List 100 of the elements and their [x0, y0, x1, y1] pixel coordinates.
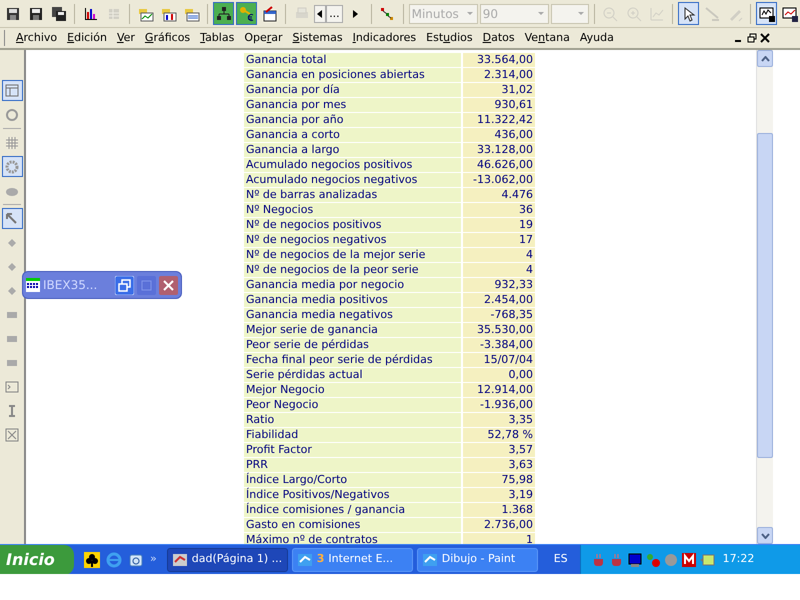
window-title: IBEX35...: [43, 277, 98, 294]
table-cell: Índice Positivos/Negativos: [244, 488, 461, 502]
table-cell: 11.322,42: [463, 113, 535, 127]
table-cell: 15/07/04: [463, 353, 535, 367]
window-count: 3: [316, 551, 324, 568]
table-cell: Ganancia a corto: [244, 128, 461, 142]
table-cell: Índice Largo/Corto: [244, 473, 461, 487]
window-icon: [4, 82, 20, 98]
table-cell: 436,00: [463, 128, 535, 142]
monitor-bubble-icon[interactable]: [698, 552, 715, 568]
table-cell: Nº de negocios negativos: [244, 233, 461, 247]
task-title: Dibujo - Paint: [442, 551, 516, 568]
scroll-thumb[interactable]: [757, 133, 773, 458]
ellipsis-button[interactable]: ...: [326, 4, 343, 22]
chevron-up-icon: [760, 56, 770, 62]
zoom-in-icon: [626, 6, 642, 22]
taskbar-button[interactable]: 3 Internet E...: [292, 548, 413, 572]
menu-item[interactable]: Sistemas: [288, 30, 348, 46]
table-cell: 932,33: [463, 278, 535, 292]
menu-item[interactable]: Ver: [112, 30, 140, 46]
table-cell: 4: [463, 263, 535, 277]
menu-item[interactable]: Datos: [478, 30, 520, 46]
taskbar-button[interactable]: dad(Página 1) ...: [166, 548, 288, 572]
more-icons-button[interactable]: »: [150, 551, 157, 568]
tool-button[interactable]: [2, 80, 22, 101]
scroll-up-button[interactable]: [757, 50, 773, 67]
menu-item[interactable]: Ayuda: [574, 30, 619, 46]
restore-button[interactable]: [115, 276, 134, 294]
table-cell: Serie pérdidas actual: [244, 368, 461, 382]
table-cell: Peor serie de pérdidas: [244, 338, 461, 352]
floppy-icon: [28, 6, 44, 22]
menu-item[interactable]: Estudios: [421, 30, 478, 46]
table-cell: Ganancia total: [244, 53, 461, 67]
table-cell: PRR: [244, 458, 461, 472]
table-cell: 33.564,00: [463, 53, 535, 67]
toolbar-button[interactable]: [236, 2, 258, 25]
taskbar-button[interactable]: Dibujo - Paint: [416, 548, 538, 572]
tool-button[interactable]: [2, 156, 22, 177]
floppy-icon: [4, 6, 21, 22]
table-cell: Ganancia media positivos: [244, 293, 461, 307]
table-cell: 1.368: [463, 503, 535, 517]
tree-dots-icon: [379, 6, 396, 22]
menu-item[interactable]: Edición: [62, 30, 112, 46]
menu-item[interactable]: Archivo: [11, 30, 62, 46]
table-cell: Máximo nº de contratos: [244, 533, 461, 544]
table-cell: Ganancia media por negocio: [244, 278, 461, 292]
toolbar-button[interactable]: [756, 2, 778, 25]
app-icon: [296, 552, 313, 568]
table-cell: Acumulado negocios negativos: [244, 173, 461, 187]
zoom-out-icon: [602, 6, 618, 22]
table-cell: -768,35: [463, 308, 535, 322]
close-icon[interactable]: [760, 33, 770, 43]
previous-button[interactable]: [314, 4, 326, 22]
table-cell: 17: [463, 233, 535, 247]
task-title: dad(Página 1) ...: [192, 551, 283, 568]
network-icon: [216, 6, 232, 22]
caret-icon: [536, 10, 545, 16]
mail-icon[interactable]: [128, 552, 144, 568]
table-cell: Profit Factor: [244, 443, 461, 457]
table-cell: 19: [463, 218, 535, 232]
table-cell: 2.454,00: [463, 293, 535, 307]
terminal-icon: [4, 378, 20, 394]
club-icon[interactable]: [84, 552, 100, 568]
toolbar-button[interactable]: [213, 2, 234, 25]
menu-item[interactable]: Indicadores: [348, 30, 422, 46]
language-indicator[interactable]: ES: [542, 551, 580, 568]
table-cell: Fiabilidad: [244, 428, 461, 442]
close-icon: [4, 426, 20, 442]
table-cell: 930,61: [463, 98, 535, 112]
m-logo-icon[interactable]: [680, 552, 697, 568]
table-cell: Fecha final peor serie de pérdidas: [244, 353, 461, 367]
table-cell: Ratio: [244, 413, 461, 427]
table-cell: 4.476: [463, 188, 535, 202]
table-cell: Nº de barras analizadas: [244, 188, 461, 202]
monitor-icon[interactable]: [626, 552, 643, 568]
menu-item[interactable]: Gráficos: [140, 30, 196, 46]
menu-item[interactable]: Ventana: [520, 30, 575, 46]
tool-button[interactable]: [2, 208, 22, 229]
table-cell: 46.626,00: [463, 158, 535, 172]
toolbar-button[interactable]: [678, 2, 700, 25]
key-euro-icon: [238, 6, 255, 22]
start-button[interactable]: Inicio: [0, 544, 74, 574]
restore-icon[interactable]: [747, 33, 757, 43]
caret-icon: [577, 10, 586, 16]
table-cell: 3,57: [463, 443, 535, 457]
table-cell: 3,35: [463, 413, 535, 427]
table-cell: 35.530,00: [463, 323, 535, 337]
monitor-chart-icon: [758, 6, 775, 22]
table-cell: Nº Negocios: [244, 203, 461, 217]
close-button[interactable]: [159, 276, 178, 294]
table-cell: 31,02: [463, 83, 535, 97]
table-cell: Nº de negocios positivos: [244, 218, 461, 232]
task-title: Internet E...: [328, 551, 394, 568]
scroll-down-button[interactable]: [757, 527, 773, 544]
table-cell: 3,63: [463, 458, 535, 472]
menu-item[interactable]: Tablas: [195, 30, 240, 46]
clock: 17:22: [722, 551, 754, 568]
table-cell: Ganancia por año: [244, 113, 461, 127]
table-cell: 4: [463, 248, 535, 262]
menu-item[interactable]: Operar: [239, 30, 288, 46]
